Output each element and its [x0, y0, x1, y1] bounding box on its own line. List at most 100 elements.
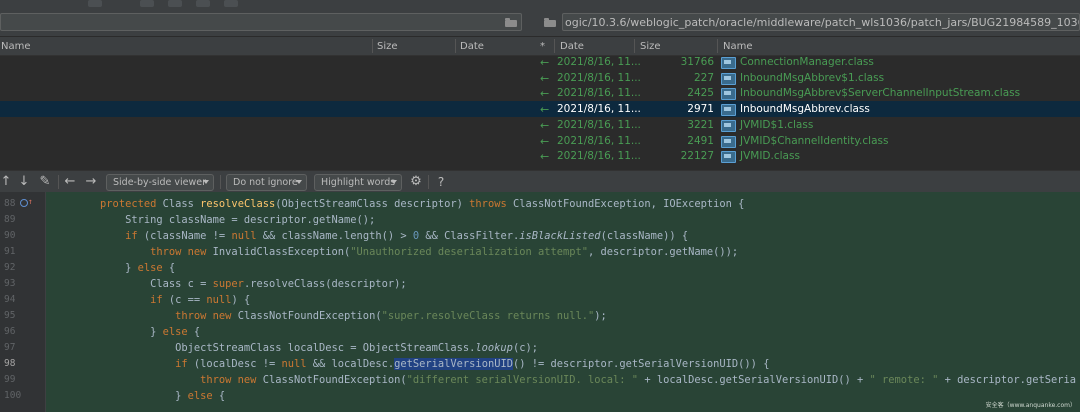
code-line[interactable]: 96 } else { [0, 324, 1080, 340]
code-line[interactable]: 92 } else { [0, 260, 1080, 276]
line-number: 94 [4, 294, 16, 305]
code-line[interactable]: 95 throw new ClassNotFoundException("sup… [0, 308, 1080, 324]
line-number: 90 [4, 230, 16, 241]
code-text: throw new ClassNotFoundException("differ… [200, 374, 1076, 386]
column-divider[interactable] [717, 39, 718, 53]
left-table-header: Name Size Date [0, 36, 540, 56]
ignore-select[interactable]: Do not ignore [226, 174, 307, 191]
column-header-name[interactable]: Name [723, 41, 753, 52]
code-text: ObjectStreamClass localDesc = ObjectStre… [50, 342, 538, 354]
column-header-size[interactable]: Size [640, 41, 661, 52]
top-toolbar [0, 0, 1080, 9]
added-arrow-icon: ← [540, 119, 550, 132]
column-header-size[interactable]: Size [377, 41, 398, 52]
column-divider[interactable] [554, 39, 555, 53]
line-number: 96 [4, 326, 16, 337]
code-editor[interactable]: 88 ↑ protected Class resolveClass(Object… [0, 192, 1080, 412]
chevron-down-icon [203, 180, 209, 184]
code-line[interactable]: 97 ObjectStreamClass localDesc = ObjectS… [0, 340, 1080, 356]
table-row[interactable]: ← 2021/8/16, 11... 2425 InboundMsgAbbrev… [540, 85, 1080, 101]
left-file-list[interactable] [0, 56, 540, 164]
line-number: 93 [4, 278, 16, 289]
chevron-down-icon [391, 180, 397, 184]
column-header-date[interactable]: Date [460, 41, 484, 52]
up-arrow-icon[interactable]: ↑ [0, 174, 12, 190]
code-line[interactable]: 94 if (c == null) { [0, 292, 1080, 308]
left-path-input[interactable] [0, 13, 522, 31]
toolbar-button[interactable] [196, 0, 210, 7]
right-table-header: * Date Size Name [540, 36, 1080, 56]
code-line[interactable]: 99 throw new ClassNotFoundException("dif… [0, 372, 1080, 388]
class-file-icon [721, 57, 736, 69]
toolbar-button[interactable] [224, 0, 238, 7]
right-path-bar: ogic/10.3.6/weblogic_patch/oracle/middle… [540, 9, 1080, 36]
line-number: 98 [4, 358, 16, 369]
forward-arrow-icon[interactable]: → [84, 174, 98, 190]
code-text: Class c = super.resolveClass(descriptor)… [50, 278, 407, 290]
code-text: if (className != null && className.lengt… [125, 230, 689, 242]
code-line[interactable]: 89 String className = descriptor.getName… [0, 212, 1080, 228]
edit-icon[interactable]: ✎ [38, 174, 52, 190]
watermark: 安全客（www.anquanke.com） [985, 402, 1076, 409]
viewer-select[interactable]: Side-by-side viewer [106, 174, 214, 191]
column-header-star[interactable]: * [540, 41, 545, 52]
right-path-input[interactable]: ogic/10.3.6/weblogic_patch/oracle/middle… [562, 13, 1080, 31]
toolbar-button[interactable] [88, 0, 102, 7]
code-text: } else { [50, 262, 176, 274]
column-divider[interactable] [634, 39, 635, 53]
code-text: protected Class resolveClass(ObjectStrea… [100, 198, 745, 210]
toolbar-button[interactable] [168, 0, 182, 7]
file-date: 2021/8/16, 11... [557, 56, 641, 68]
ignore-select-value: Do not ignore [233, 177, 298, 188]
added-arrow-icon: ← [540, 150, 550, 163]
column-divider[interactable] [455, 39, 456, 53]
file-date: 2021/8/16, 11... [557, 119, 641, 131]
help-icon[interactable]: ? [434, 174, 448, 190]
table-row[interactable]: ← 2021/8/16, 11... 31766 ConnectionManag… [540, 56, 1080, 70]
highlight-select[interactable]: Highlight words [314, 174, 402, 191]
code-line[interactable]: 93 Class c = super.resolveClass(descript… [0, 276, 1080, 292]
class-file-icon [721, 120, 736, 132]
column-header-date[interactable]: Date [560, 41, 584, 52]
folder-icon[interactable] [505, 18, 517, 27]
table-row[interactable]: ← 2021/8/16, 11... 227 InboundMsgAbbrev$… [540, 70, 1080, 86]
table-row[interactable]: ← 2021/8/16, 11... 2491 JVMID$ChannelIde… [540, 133, 1080, 149]
file-size: 2425 [687, 87, 714, 99]
class-file-icon [721, 104, 736, 116]
file-date: 2021/8/16, 11... [557, 72, 641, 84]
gear-icon[interactable]: ⚙ [408, 174, 424, 190]
down-arrow-icon[interactable]: ↓ [18, 174, 30, 190]
line-number: 100 [4, 390, 22, 401]
selected-row[interactable] [0, 101, 540, 117]
file-date: 2021/8/16, 11... [557, 135, 641, 147]
code-line[interactable]: 91 throw new InvalidClassException("Unau… [0, 244, 1080, 260]
column-divider[interactable] [372, 39, 373, 53]
file-date: 2021/8/16, 11... [557, 103, 641, 115]
code-line[interactable]: 90 if (className != null && className.le… [0, 228, 1080, 244]
class-file-icon [721, 136, 736, 148]
toolbar-divider [428, 175, 429, 189]
file-name: JVMID$1.class [740, 119, 814, 131]
back-arrow-icon[interactable]: ← [63, 174, 77, 190]
column-header-name[interactable]: Name [1, 41, 31, 52]
file-date: 2021/8/16, 11... [557, 150, 641, 162]
class-file-icon [721, 88, 736, 100]
left-path-bar [0, 9, 540, 36]
override-icon[interactable] [20, 199, 28, 207]
folder-icon[interactable] [544, 18, 556, 27]
toolbar-button[interactable] [140, 0, 154, 7]
highlight-select-value: Highlight words [321, 177, 396, 188]
line-number: 88 [4, 198, 16, 209]
code-line[interactable]: 100 } else { [0, 388, 1080, 404]
line-number: 89 [4, 214, 16, 225]
table-row-selected[interactable]: ← 2021/8/16, 11... 2971 InboundMsgAbbrev… [540, 101, 1080, 117]
right-file-list[interactable]: ← 2021/8/16, 11... 31766 ConnectionManag… [540, 56, 1080, 164]
code-line[interactable]: 88 ↑ protected Class resolveClass(Object… [0, 196, 1080, 212]
override-arrow-icon: ↑ [28, 197, 33, 206]
class-file-icon [721, 73, 736, 85]
table-row[interactable]: ← 2021/8/16, 11... 22127 JVMID.class [540, 148, 1080, 164]
table-row[interactable]: ← 2021/8/16, 11... 3221 JVMID$1.class [540, 117, 1080, 133]
code-line-current[interactable]: 98 if (localDesc != null && localDesc.ge… [0, 356, 1080, 372]
file-size: 2971 [687, 103, 714, 115]
added-arrow-icon: ← [540, 72, 550, 85]
